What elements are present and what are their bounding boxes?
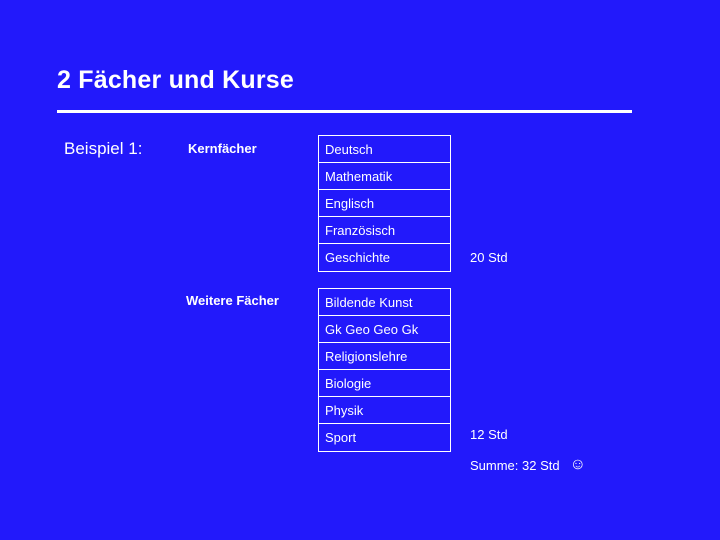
summary-line: Summe: 32 Std ☺ (470, 457, 586, 473)
table-row: Geschichte (319, 244, 450, 271)
core-hours-value: 20 Std (470, 250, 508, 265)
core-subjects-label: Kernfächer (188, 141, 257, 156)
subject-name: Bildende Kunst (325, 294, 413, 310)
subject-name: Englisch (325, 195, 375, 211)
smiley-icon: ☺ (569, 456, 586, 473)
table-row: Gk Geo Geo Gk (319, 316, 450, 343)
subject-name: Geschichte (325, 250, 391, 265)
core-subjects-table: Deutsch Mathematik Englisch Französisch … (318, 135, 451, 272)
table-row: Biologie (319, 370, 450, 397)
further-subjects-label: Weitere Fächer (186, 293, 279, 308)
subject-name: Mathematik (325, 168, 393, 184)
example-label: Beispiel 1: (64, 139, 143, 158)
subject-name: Sport (325, 430, 357, 445)
table-row: Englisch (319, 190, 450, 217)
table-row: Mathematik (319, 163, 450, 190)
subject-name: Deutsch (325, 141, 373, 157)
page-title: 2 Fächer und Kurse (57, 66, 294, 94)
subject-name: Physik (325, 402, 364, 418)
table-row: Religionslehre (319, 343, 450, 370)
subject-name: Biologie (325, 375, 372, 391)
table-row: Sport (319, 424, 450, 451)
subject-name: Gk Geo Geo Gk (325, 321, 419, 337)
further-hours-value: 12 Std (470, 427, 508, 442)
table-row: Physik (319, 397, 450, 424)
table-row: Deutsch (319, 136, 450, 163)
title-divider (57, 110, 632, 113)
table-row: Bildende Kunst (319, 289, 450, 316)
subject-name: Religionslehre (325, 348, 408, 364)
slide: 2 Fächer und Kurse Beispiel 1: Kernfäche… (0, 0, 720, 540)
table-row: Französisch (319, 217, 450, 244)
further-subjects-table: Bildende Kunst Gk Geo Geo Gk Religionsle… (318, 288, 451, 452)
total-hours-value: Summe: 32 Std (470, 457, 560, 473)
subject-name: Französisch (325, 222, 396, 238)
